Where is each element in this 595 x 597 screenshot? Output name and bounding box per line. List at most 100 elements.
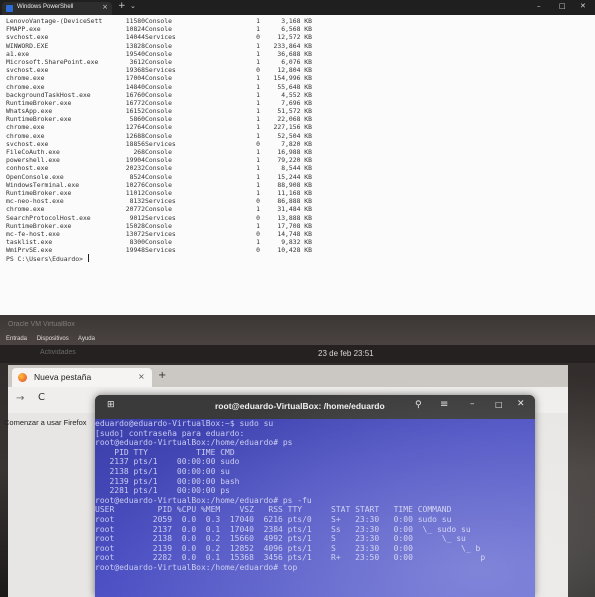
terminal-line: root@eduardo-VirtualBox:/home/eduardo# p…	[95, 438, 293, 448]
process-pid: 19904	[125, 156, 145, 165]
session-name: Console	[145, 238, 172, 247]
process-pid: 11012	[125, 188, 145, 197]
terminal-window[interactable]: ⊞ root@eduardo-VirtualBox: /home/eduardo…	[95, 395, 535, 597]
ubuntu-top-bar: Actividades 23 de feb 23:51	[0, 345, 595, 363]
close-button[interactable]: ✕	[517, 399, 525, 409]
memory-usage: 52,504 KB	[277, 131, 312, 140]
memory-usage: 7,696 KB	[281, 98, 312, 107]
session-number: 0	[256, 213, 260, 222]
session-number: 0	[256, 229, 260, 238]
session-name: Console	[145, 123, 172, 132]
powershell-output[interactable]: LenovoVantage-(DeviceSett 11580 Console 1 3,…	[6, 17, 591, 263]
session-name: Services	[145, 33, 176, 42]
process-pid: 17004	[125, 74, 145, 83]
session-number: 1	[256, 49, 260, 58]
process-name: powershell.exe	[6, 156, 60, 165]
reload-icon[interactable]: C	[38, 392, 45, 403]
menu-item-dispositivos[interactable]: Dispositivos	[37, 336, 69, 342]
close-button[interactable]: ✕	[580, 2, 586, 10]
session-number: 1	[256, 238, 260, 247]
process-pid: 14044	[125, 33, 145, 42]
process-pid: 18856	[125, 139, 145, 148]
firefox-tab-strip: Nueva pestaña × +	[8, 365, 568, 387]
process-pid: 3612	[129, 57, 145, 66]
chevron-down-icon[interactable]: ⌄	[130, 2, 136, 10]
process-pid: 10824	[125, 25, 145, 34]
process-pid: 15028	[125, 221, 145, 230]
hamburger-menu-icon[interactable]: ≡	[440, 399, 448, 410]
terminal-line: 2139 pts/1 00:00:00 bash	[95, 476, 240, 486]
session-name: Console	[145, 17, 172, 25]
process-name: FMAPP.exe	[6, 25, 41, 34]
terminal-output[interactable]: eduardo@eduardo-VirtualBox:~$ sudo su [su…	[95, 419, 535, 597]
powershell-window: Windows PowerShell × + ⌄ – □ ✕ LenovoVan…	[0, 0, 595, 315]
session-name: Console	[145, 90, 172, 99]
process-pid: 16152	[125, 107, 145, 116]
memory-usage: 36,688 KB	[277, 49, 312, 58]
terminal-line: root@eduardo-VirtualBox:/home/eduardo# p…	[95, 495, 312, 505]
process-name: svchost.exe	[6, 33, 49, 42]
maximize-button[interactable]: □	[559, 2, 566, 10]
session-number: 1	[256, 98, 260, 107]
process-name: RuntimeBroker.exe	[6, 221, 72, 230]
process-pid: 13072	[125, 229, 145, 238]
process-row: FMAPP.exe 10824 Console 1 6,568 KB	[6, 25, 591, 33]
forward-arrow-icon[interactable]: →	[16, 393, 24, 404]
firefox-tab[interactable]: Nueva pestaña ×	[12, 368, 152, 387]
process-name: svchost.exe	[6, 66, 49, 75]
session-name: Services	[145, 66, 176, 75]
powershell-tab[interactable]: Windows PowerShell ×	[2, 2, 112, 15]
minimize-button[interactable]: –	[537, 2, 541, 10]
memory-usage: 154,996 KB	[273, 74, 312, 83]
session-number: 1	[256, 115, 260, 124]
session-number: 0	[256, 246, 260, 255]
process-pid: 19368	[125, 66, 145, 75]
new-tab-button[interactable]: +	[118, 1, 126, 11]
session-number: 1	[256, 74, 260, 83]
process-name: chrome.exe	[6, 82, 45, 91]
session-number: 1	[256, 131, 260, 140]
process-name: conhost.exe	[6, 164, 49, 173]
process-pid: 8132	[129, 197, 145, 206]
process-name: WINWORD.EXE	[6, 41, 49, 50]
terminal-line: eduardo@eduardo-VirtualBox:~$ sudo su	[95, 419, 274, 428]
session-number: 1	[256, 25, 260, 34]
session-number: 1	[256, 172, 260, 181]
search-icon[interactable]: ⚲	[415, 400, 422, 410]
process-row: OpenConsole.exe 8524 Console 1 15,244 KB	[6, 173, 591, 181]
process-name: OpenConsole.exe	[6, 172, 64, 181]
session-name: Console	[145, 25, 172, 34]
memory-usage: 16,988 KB	[277, 148, 312, 156]
tab-close-icon[interactable]: ×	[102, 3, 108, 11]
firefox-icon	[18, 373, 27, 382]
tab-close-icon[interactable]: ×	[138, 372, 145, 381]
process-pid: 8524	[129, 172, 145, 181]
new-tab-button[interactable]: +	[158, 370, 166, 381]
process-pid: 19948	[125, 246, 145, 255]
process-pid: 10276	[125, 180, 145, 189]
process-row: svchost.exe 19368 Services 0 12,804 KB	[6, 66, 591, 74]
process-row: RuntimeBroker.exe 5860 Console 1 22,068 KB	[6, 115, 591, 123]
memory-usage: 86,888 KB	[277, 197, 312, 206]
memory-usage: 55,648 KB	[277, 82, 312, 91]
menu-item-entrada[interactable]: Entrada	[6, 336, 27, 342]
process-name: RuntimeBroker.exe	[6, 98, 72, 107]
minimize-button[interactable]: –	[470, 399, 475, 409]
firefox-tab-label: Nueva pestaña	[34, 372, 92, 382]
clock[interactable]: 23 de feb 23:51	[318, 349, 374, 358]
menu-item-ayuda[interactable]: Ayuda	[78, 336, 95, 342]
activities-button[interactable]: Actividades	[40, 349, 76, 356]
memory-usage: 8,544 KB	[281, 164, 312, 173]
process-row: svchost.exe 18856 Services 0 7,820 KB	[6, 140, 591, 148]
session-number: 1	[256, 156, 260, 165]
command-prompt[interactable]: PS C:\Users\Eduardo>	[6, 254, 591, 263]
new-tab-icon[interactable]: ⊞	[107, 400, 115, 410]
session-name: Console	[145, 131, 172, 140]
process-name: SearchProtocolHost.exe	[6, 213, 91, 222]
terminal-line: root 2282 0.0 0.1 15368 3456 pts/1 R+ 23…	[95, 553, 486, 563]
process-row: LenovoVantage-(DeviceSett 11580 Console 1 3,…	[6, 17, 591, 25]
maximize-button[interactable]: □	[495, 400, 503, 409]
virtualbox-title: Oracle VM VirtualBox	[8, 321, 75, 328]
memory-usage: 17,708 KB	[277, 221, 312, 230]
process-name: mc-neo-host.exe	[6, 197, 64, 206]
